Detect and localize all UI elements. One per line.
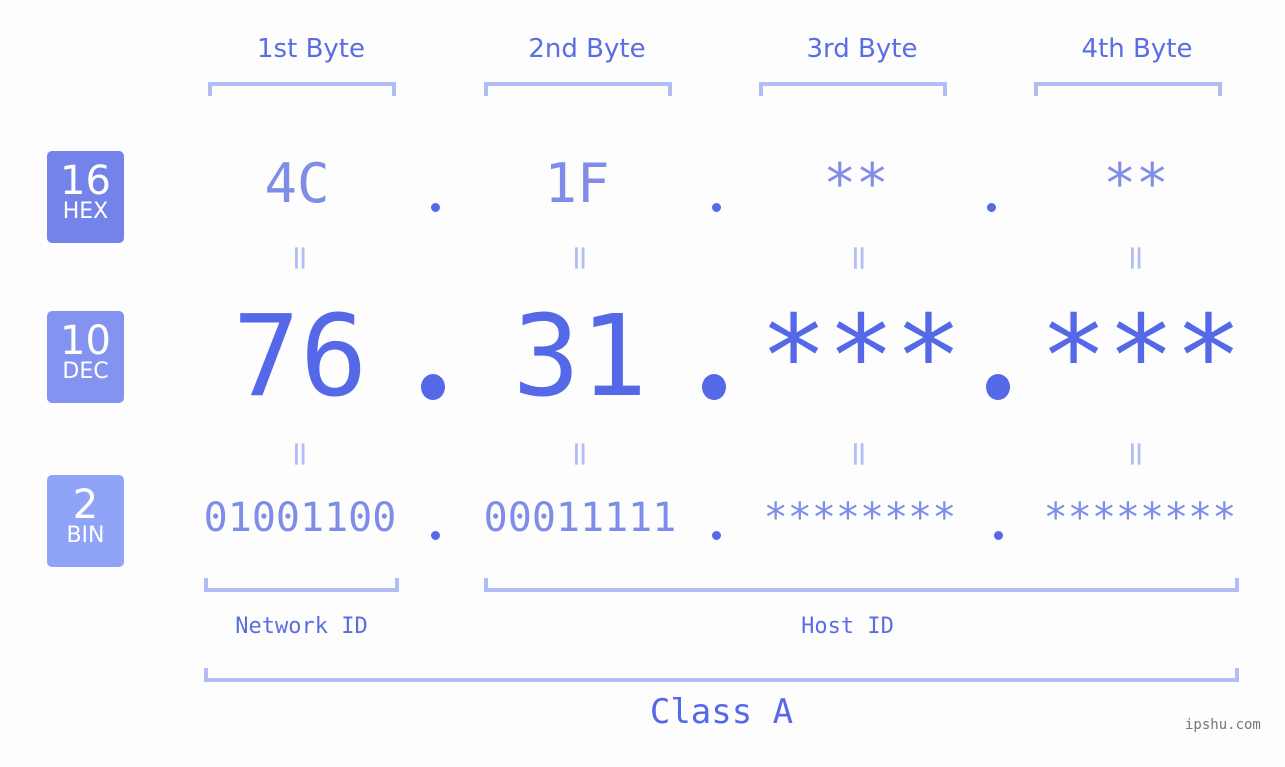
class-label: Class A — [649, 692, 794, 732]
bin-value-4: ******** — [1043, 495, 1237, 541]
bin-value-2: 00011111 — [483, 495, 677, 541]
byte-label-3: 3rd Byte — [806, 34, 918, 64]
hex-separator-dot — [431, 203, 440, 212]
dec-value-3: *** — [759, 292, 963, 422]
host-id-label: Host ID — [801, 614, 894, 639]
watermark: ipshu.com — [1185, 717, 1261, 733]
byte-bracket-4 — [1034, 82, 1222, 96]
hex-value-1: 4C — [264, 152, 330, 215]
hex-value-4: ** — [1103, 152, 1169, 215]
network-id-bracket — [204, 578, 399, 592]
equals-icon: = — [560, 439, 600, 469]
dec-badge-number: 10 — [60, 318, 111, 364]
dec-value-2: 31 — [512, 292, 648, 422]
equals-icon: = — [1116, 439, 1156, 469]
class-bracket — [204, 668, 1239, 682]
host-id-bracket — [484, 578, 1239, 592]
bin-badge-number: 2 — [72, 482, 99, 528]
dec-badge: 10 DEC — [47, 311, 124, 403]
byte-label-2: 2nd Byte — [528, 34, 646, 64]
dec-value-4: *** — [1039, 292, 1243, 422]
bin-value-3: ******** — [763, 495, 957, 541]
hex-value-2: 1F — [544, 152, 610, 215]
hex-separator-dot — [987, 203, 996, 212]
bin-separator-dot — [712, 531, 721, 540]
equals-icon: = — [839, 439, 879, 469]
equals-icon: = — [839, 243, 879, 273]
byte-bracket-3 — [759, 82, 947, 96]
dec-badge-label: DEC — [62, 359, 109, 384]
bin-badge-label: BIN — [66, 523, 105, 548]
dec-value-1: 76 — [232, 292, 368, 422]
equals-icon: = — [560, 243, 600, 273]
bin-separator-dot — [431, 531, 440, 540]
bin-badge: 2 BIN — [47, 475, 124, 567]
hex-separator-dot — [712, 203, 721, 212]
equals-icon: = — [1116, 243, 1156, 273]
bin-separator-dot — [994, 531, 1003, 540]
network-id-label: Network ID — [235, 614, 368, 639]
equals-icon: = — [280, 243, 320, 273]
hex-value-3: ** — [823, 152, 889, 215]
bin-value-1: 01001100 — [203, 495, 397, 541]
dec-separator-dot — [702, 374, 726, 400]
byte-label-1: 1st Byte — [257, 34, 365, 64]
equals-icon: = — [280, 439, 320, 469]
byte-bracket-2 — [484, 82, 672, 96]
dec-separator-dot — [421, 374, 445, 400]
byte-bracket-1 — [208, 82, 396, 96]
dec-separator-dot — [986, 374, 1010, 400]
hex-badge-number: 16 — [60, 158, 111, 204]
hex-badge: 16 HEX — [47, 151, 124, 243]
byte-label-4: 4th Byte — [1081, 34, 1193, 64]
hex-badge-label: HEX — [62, 199, 109, 224]
